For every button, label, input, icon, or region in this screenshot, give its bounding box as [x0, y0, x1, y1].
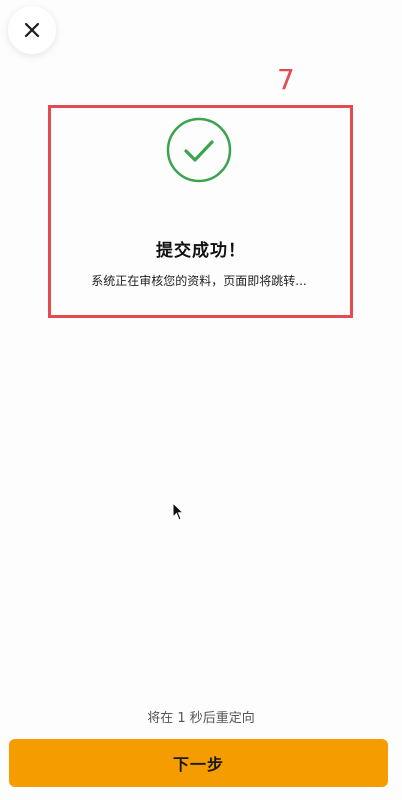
submission-success-screen: 7 提交成功！ 系统正在审核您的资料，页面即将跳转... 将在 1 秒后重定向 … — [0, 0, 402, 800]
annotation-step-number: 7 — [277, 63, 295, 96]
redirect-countdown: 将在 1 秒后重定向 — [147, 711, 255, 726]
mouse-cursor-icon — [172, 502, 185, 521]
check-circle-icon — [166, 117, 232, 183]
next-step-button[interactable]: 下一步 — [9, 739, 388, 787]
success-title: 提交成功！ — [156, 241, 246, 261]
close-button[interactable] — [8, 6, 56, 54]
close-icon — [24, 22, 40, 38]
review-message: 系统正在审核您的资料，页面即将跳转... — [91, 274, 307, 288]
